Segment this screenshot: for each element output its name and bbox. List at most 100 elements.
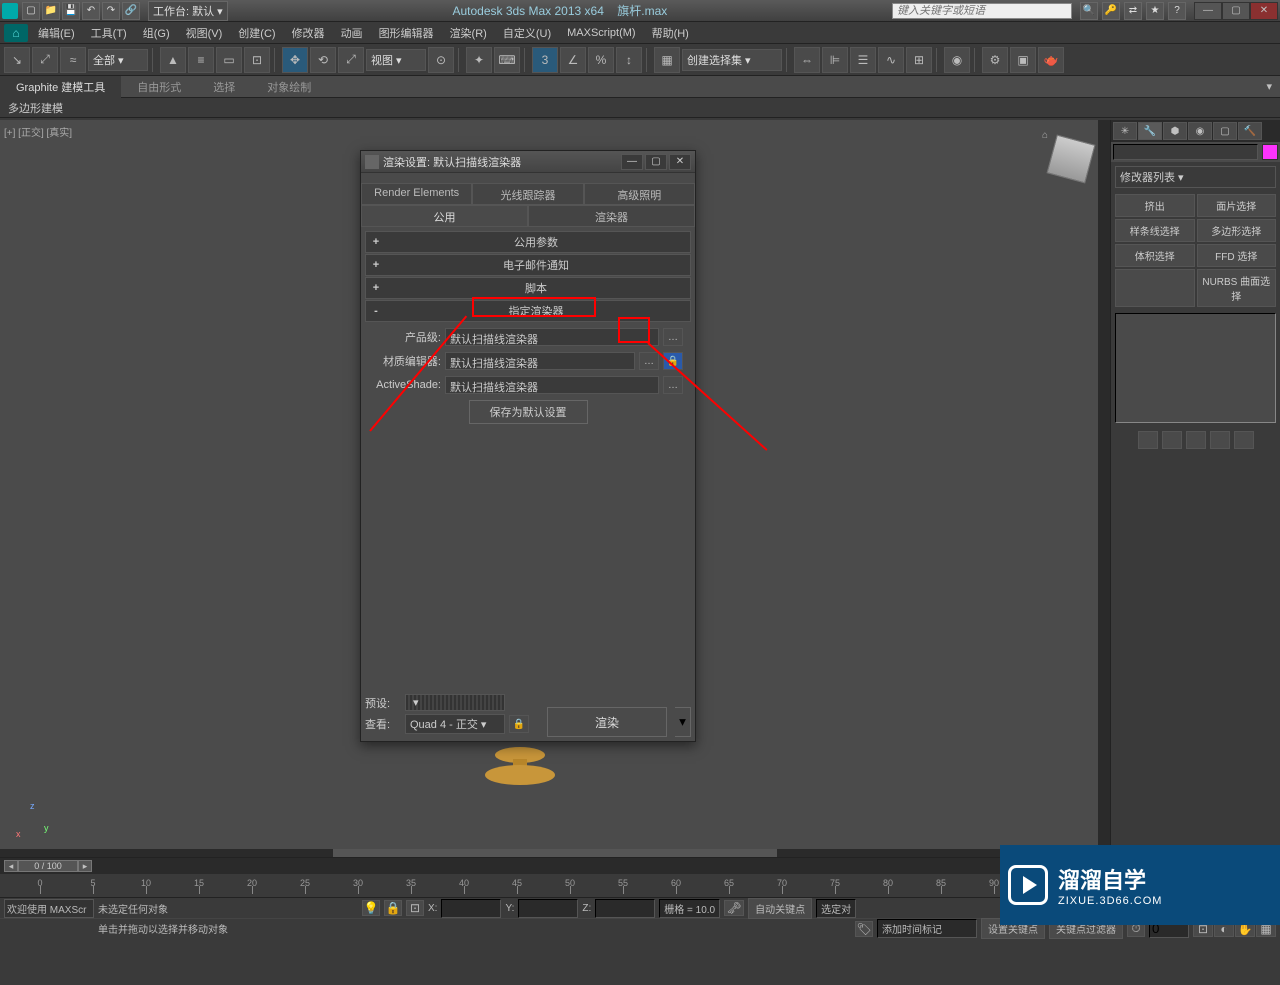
time-tag-field[interactable]: 添加时间标记 <box>877 919 977 938</box>
tab-common[interactable]: 公用 <box>361 205 528 226</box>
select-rect-icon[interactable]: ▭ <box>216 47 242 73</box>
dialog-minimize-button[interactable]: — <box>621 154 643 170</box>
menu-customize[interactable]: 自定义(U) <box>495 22 559 44</box>
configure-sets-icon[interactable] <box>1234 431 1254 449</box>
tab-renderer[interactable]: 渲染器 <box>528 205 695 226</box>
ribbon-collapse-icon[interactable]: ▾ <box>1258 80 1280 93</box>
menu-rendering[interactable]: 渲染(R) <box>442 22 495 44</box>
schematic-icon[interactable]: ⊞ <box>906 47 932 73</box>
select-rotate-icon[interactable]: ⟲ <box>310 47 336 73</box>
motion-tab-icon[interactable]: ◉ <box>1188 122 1212 140</box>
slider-handle[interactable]: 0 / 100 <box>18 860 78 872</box>
maxscript-mini[interactable]: 欢迎使用 MAXScr <box>4 899 94 918</box>
mod-btn-nurbs-select[interactable]: NURBS 曲面选择 <box>1197 269 1277 307</box>
viewcube-home-icon[interactable]: ⌂ <box>1042 130 1048 141</box>
mod-btn-poly-select[interactable]: 多边形选择 <box>1197 219 1277 242</box>
ribbon-tab-paint[interactable]: 对象绘制 <box>251 76 327 98</box>
render-button[interactable]: 渲染 <box>547 707 667 737</box>
menu-help[interactable]: 帮助(H) <box>644 22 697 44</box>
keyboard-shortcut-icon[interactable]: ⌨ <box>494 47 520 73</box>
ref-coord-dropdown[interactable]: 视图 ▾ <box>366 49 426 71</box>
unlink-icon[interactable]: ⤢ <box>32 47 58 73</box>
slider-next-icon[interactable]: ▸ <box>78 860 92 872</box>
tab-advanced-lighting[interactable]: 高级照明 <box>584 183 695 204</box>
snap-toggle-icon[interactable]: 3 <box>532 47 558 73</box>
render-setup-icon[interactable]: ⚙ <box>982 47 1008 73</box>
qat-save-icon[interactable]: 💾 <box>62 2 80 20</box>
angle-snap-icon[interactable]: ∠ <box>560 47 586 73</box>
ribbon-tab-graphite[interactable]: Graphite 建模工具 <box>0 76 121 98</box>
modify-tab-icon[interactable]: 🔧 <box>1138 122 1162 140</box>
qat-undo-icon[interactable]: ↶ <box>82 2 100 20</box>
qat-new-icon[interactable]: ▢ <box>22 2 40 20</box>
remove-mod-icon[interactable] <box>1210 431 1230 449</box>
scene-object-pedestal[interactable] <box>470 747 570 797</box>
menu-views[interactable]: 视图(V) <box>178 22 231 44</box>
hierarchy-tab-icon[interactable]: ⬢ <box>1163 122 1187 140</box>
spinner-snap-icon[interactable]: ↕ <box>616 47 642 73</box>
material-choose-button[interactable]: … <box>639 352 659 370</box>
save-defaults-button[interactable]: 保存为默认设置 <box>469 400 588 424</box>
workspace-dropdown[interactable]: 工作台: 默认 ▾ <box>148 1 228 21</box>
key-icon[interactable]: 🔑 <box>1102 2 1120 20</box>
select-move-icon[interactable]: ✥ <box>282 47 308 73</box>
menu-group[interactable]: 组(G) <box>135 22 178 44</box>
mod-btn-vol-select[interactable]: 体积选择 <box>1115 244 1195 267</box>
help-search-input[interactable] <box>892 3 1072 19</box>
tab-raytracer[interactable]: 光线跟踪器 <box>472 183 583 204</box>
app-menu-icon[interactable]: ⌂ <box>4 24 28 42</box>
align-icon[interactable]: ⊫ <box>822 47 848 73</box>
binoculars-icon[interactable]: 🔍 <box>1080 2 1098 20</box>
menu-modifiers[interactable]: 修改器 <box>284 22 333 44</box>
menu-create[interactable]: 创建(C) <box>230 22 283 44</box>
dialog-close-button[interactable]: ✕ <box>669 154 691 170</box>
pivot-icon[interactable]: ⊙ <box>428 47 454 73</box>
ribbon-tab-selection[interactable]: 选择 <box>197 76 251 98</box>
view-lock-icon[interactable]: 🔒 <box>509 715 529 733</box>
exchange-icon[interactable]: ⇄ <box>1124 2 1142 20</box>
minimize-button[interactable]: — <box>1194 2 1222 20</box>
mirror-icon[interactable]: ⇔ <box>794 47 820 73</box>
layers-icon[interactable]: ☰ <box>850 47 876 73</box>
rollup-email[interactable]: + 电子邮件通知 <box>365 254 691 276</box>
viewport-scrollbar-v[interactable] <box>1098 120 1110 849</box>
mod-btn-extrude[interactable]: 挤出 <box>1115 194 1195 217</box>
rollup-assign-renderer[interactable]: - 指定渲染器 <box>365 300 691 322</box>
modifier-list-dropdown[interactable]: 修改器列表 ▾ <box>1115 166 1276 188</box>
select-scale-icon[interactable]: ⤢ <box>338 47 364 73</box>
autokey-button[interactable]: 自动关键点 <box>748 898 812 919</box>
help-icon[interactable]: ? <box>1168 2 1186 20</box>
curve-editor-icon[interactable]: ∿ <box>878 47 904 73</box>
menu-edit[interactable]: 编辑(E) <box>30 22 83 44</box>
percent-snap-icon[interactable]: % <box>588 47 614 73</box>
mod-btn-spline-select[interactable]: 样条线选择 <box>1115 219 1195 242</box>
key-icon-sb[interactable]: 🗝 <box>724 900 744 916</box>
z-input[interactable] <box>595 899 655 918</box>
utilities-tab-icon[interactable]: 🔨 <box>1238 122 1262 140</box>
selection-filter-dropdown[interactable]: 全部 ▾ <box>88 49 148 71</box>
lock-selection-icon[interactable]: 💡 <box>362 900 380 916</box>
select-name-icon[interactable]: ≡ <box>188 47 214 73</box>
menu-animation[interactable]: 动画 <box>333 22 371 44</box>
make-unique-icon[interactable] <box>1186 431 1206 449</box>
dialog-maximize-button[interactable]: ▢ <box>645 154 667 170</box>
favorite-icon[interactable]: ★ <box>1146 2 1164 20</box>
show-result-icon[interactable] <box>1162 431 1182 449</box>
rollup-scripts[interactable]: + 脚本 <box>365 277 691 299</box>
menu-grapheditors[interactable]: 图形编辑器 <box>371 22 442 44</box>
tab-render-elements[interactable]: Render Elements <box>361 183 472 204</box>
tag-icon[interactable]: 🏷 <box>855 921 873 937</box>
menu-maxscript[interactable]: MAXScript(M) <box>559 24 643 42</box>
manipulate-icon[interactable]: ✦ <box>466 47 492 73</box>
select-link-icon[interactable]: ↘ <box>4 47 30 73</box>
qat-open-icon[interactable]: 📁 <box>42 2 60 20</box>
production-choose-button[interactable]: … <box>663 328 683 346</box>
display-tab-icon[interactable]: ▢ <box>1213 122 1237 140</box>
material-editor-icon[interactable]: ◉ <box>944 47 970 73</box>
render-prod-icon[interactable]: 🫖 <box>1038 47 1064 73</box>
object-name-field[interactable] <box>1113 144 1258 160</box>
modifier-stack[interactable] <box>1115 313 1276 423</box>
window-crossing-icon[interactable]: ⊡ <box>244 47 270 73</box>
app-icon[interactable] <box>2 3 18 19</box>
qat-redo-icon[interactable]: ↷ <box>102 2 120 20</box>
